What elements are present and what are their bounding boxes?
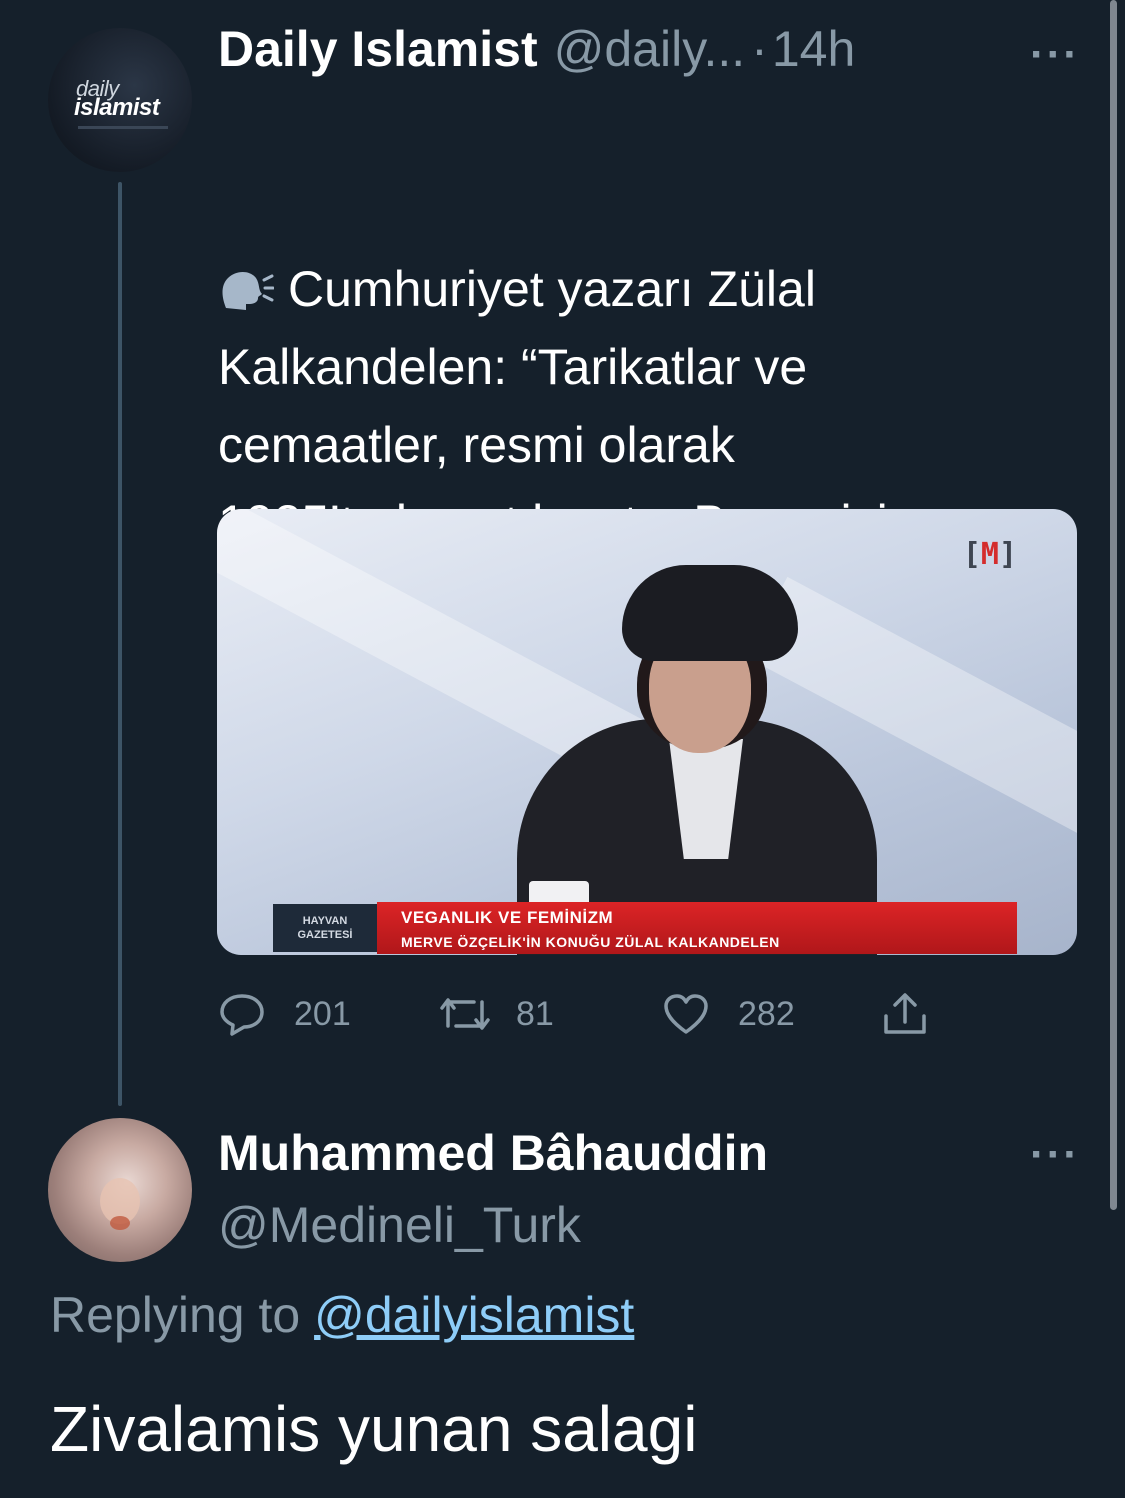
author-name[interactable]: Daily Islamist: [218, 20, 538, 78]
tweet-header: Daily Islamist @daily... · 14h: [218, 20, 855, 78]
scrollbar[interactable]: [1110, 0, 1117, 1210]
reply-more-button[interactable]: ···: [1030, 1130, 1080, 1180]
like-action[interactable]: 282: [662, 992, 795, 1036]
tweet-media-image[interactable]: [M] HAYVAN GAZETESİ VEGANLIK VE FEMİNİZM…: [217, 509, 1077, 955]
lower-third-subtitle: MERVE ÖZÇELİK'İN KONUĞU ZÜLAL KALKANDELE…: [401, 934, 780, 950]
tweet-time[interactable]: 14h: [772, 20, 855, 78]
replying-prefix: Replying to: [50, 1287, 301, 1343]
retweet-count: 81: [516, 994, 554, 1033]
reply-author-handle[interactable]: @Medineli_Turk: [218, 1196, 581, 1254]
reply-text: Zivalamis yunan salagi: [50, 1393, 698, 1465]
avatar-logo-tagline: [78, 126, 168, 129]
share-icon: [884, 993, 926, 1034]
reply-count: 201: [294, 994, 351, 1033]
retweet-action[interactable]: 81: [438, 992, 554, 1036]
author-avatar[interactable]: daily islamist: [48, 28, 192, 172]
replying-to: Replying to @dailyislamist: [50, 1286, 634, 1344]
avatar-figure-detail: [110, 1216, 130, 1230]
person-hat: [622, 565, 798, 661]
author-handle[interactable]: @daily...: [554, 20, 746, 78]
lower-third-side-label: HAYVAN GAZETESİ: [273, 904, 377, 952]
thread-connector-line: [118, 182, 122, 1106]
channel-logo: [M]: [962, 537, 1017, 572]
header-separator: ·: [751, 21, 768, 77]
lower-third-title: VEGANLIK VE FEMİNİZM: [401, 908, 614, 927]
reply-action[interactable]: 201: [218, 992, 351, 1036]
heart-icon: [664, 994, 708, 1034]
like-count: 282: [738, 994, 795, 1033]
replying-mention-link[interactable]: @dailyislamist: [314, 1287, 634, 1343]
reply-author-name[interactable]: Muhammed Bâhauddin: [218, 1124, 768, 1182]
avatar-logo-text-bold: islamist: [74, 94, 160, 121]
speaking-head-icon: [218, 178, 275, 310]
retweet-icon: [440, 998, 490, 1030]
share-action[interactable]: [880, 990, 958, 1038]
tweet-more-button[interactable]: ···: [1030, 30, 1080, 80]
reply-icon: [220, 994, 264, 1036]
reply-author-avatar[interactable]: [48, 1118, 192, 1262]
